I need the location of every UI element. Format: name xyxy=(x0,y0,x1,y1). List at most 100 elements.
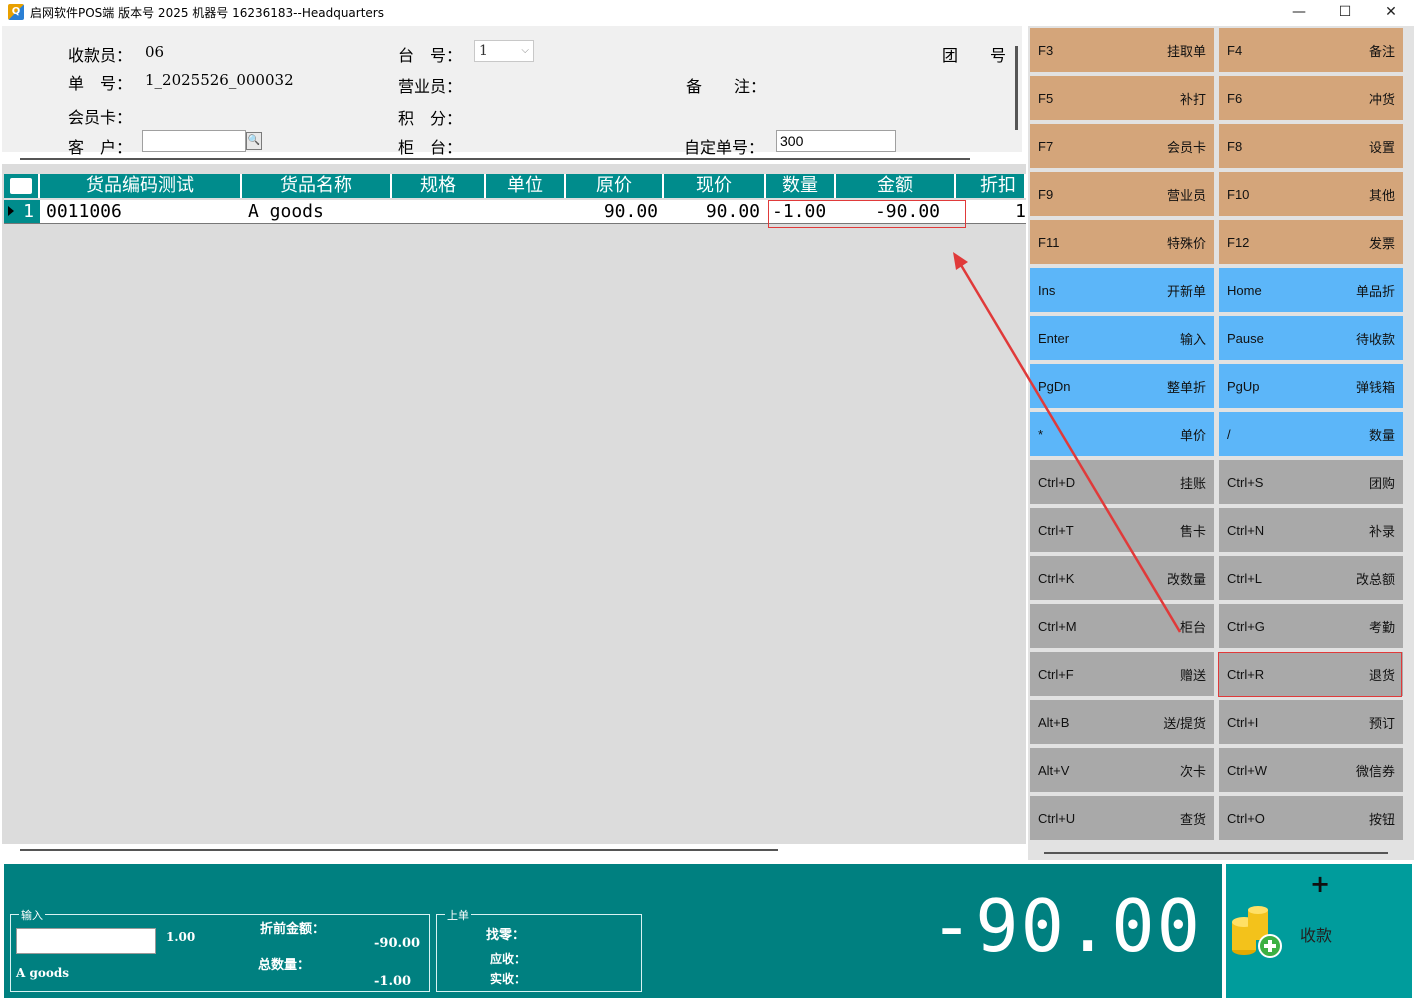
fkey-label: 待收款 xyxy=(1355,331,1395,347)
fkey-f10-button[interactable]: F10 其他 xyxy=(1219,172,1403,216)
cashier-value: 06 xyxy=(145,43,165,61)
total-qty-label: 总数量： xyxy=(258,958,311,973)
fkey-ctrl-t-button[interactable]: Ctrl+T 售卡 xyxy=(1030,508,1214,552)
fkey-home-button[interactable]: Home 单品折 xyxy=(1219,268,1403,312)
pay-button[interactable]: + 收款 xyxy=(1226,864,1412,998)
fkey-shortcut: Ctrl+U xyxy=(1038,810,1076,826)
fkey-key-button[interactable]: * 单价 xyxy=(1030,412,1214,456)
minimize-button[interactable]: — xyxy=(1276,0,1322,24)
fkey-alt-v-button[interactable]: Alt+V 次卡 xyxy=(1030,748,1214,792)
station-select[interactable]: 1 ⌵ xyxy=(474,40,534,62)
plus-icon: + xyxy=(1310,870,1331,898)
customer-input[interactable] xyxy=(142,130,246,152)
fkey-label: 营业员 xyxy=(1166,187,1206,203)
fkey-ctrl-s-button[interactable]: Ctrl+S 团购 xyxy=(1219,460,1403,504)
cell-spec[interactable] xyxy=(392,200,486,223)
column-header-amount[interactable]: 金额 xyxy=(836,174,956,198)
fkey-shortcut: Ctrl+S xyxy=(1227,474,1264,490)
cell-unit[interactable] xyxy=(486,200,566,223)
column-header-orig-price[interactable]: 原价 xyxy=(566,174,664,198)
grid-scrollbar-horizontal[interactable] xyxy=(20,849,778,851)
fkey-label: 柜台 xyxy=(1179,619,1206,635)
fkey-f9-button[interactable]: F9 营业员 xyxy=(1030,172,1214,216)
fkey-ctrl-f-button[interactable]: Ctrl+F 赠送 xyxy=(1030,652,1214,696)
fkey-ctrl-u-button[interactable]: Ctrl+U 查货 xyxy=(1030,796,1214,840)
cell-discount[interactable]: 1 xyxy=(956,200,1026,223)
fkey-shortcut: Home xyxy=(1227,282,1262,298)
fkey-enter-button[interactable]: Enter 输入 xyxy=(1030,316,1214,360)
cell-cur-price[interactable]: 90.00 xyxy=(664,200,766,223)
fkey-shortcut: PgDn xyxy=(1038,378,1071,394)
fkey-label: 发票 xyxy=(1368,235,1395,251)
fkey-shortcut: Ctrl+K xyxy=(1038,570,1075,586)
fkey-f11-button[interactable]: F11 特殊价 xyxy=(1030,220,1214,264)
column-header-spec[interactable]: 规格 xyxy=(392,174,486,198)
column-header-name[interactable]: 货品名称 xyxy=(242,174,392,198)
customer-label: 客 户： xyxy=(68,138,133,157)
fkey-label: 弹钱箱 xyxy=(1355,379,1395,395)
column-header-qty[interactable]: 数量 xyxy=(766,174,836,198)
fkey-scrollbar-horizontal[interactable] xyxy=(1044,852,1388,854)
fkey-f8-button[interactable]: F8 设置 xyxy=(1219,124,1403,168)
fkey-label: 特殊价 xyxy=(1166,235,1206,251)
fkey-f6-button[interactable]: F6 冲货 xyxy=(1219,76,1403,120)
fkey-shortcut: F8 xyxy=(1227,138,1243,154)
fkey-label: 设置 xyxy=(1368,139,1395,155)
fkey-key-button[interactable]: / 数量 xyxy=(1219,412,1403,456)
fkey-f3-button[interactable]: F3 挂取单 xyxy=(1030,28,1214,72)
barcode-input[interactable] xyxy=(16,928,156,954)
fkey-f4-button[interactable]: F4 备注 xyxy=(1219,28,1403,72)
customer-lookup-icon[interactable]: 🔍 xyxy=(246,132,262,150)
fkey-ctrl-k-button[interactable]: Ctrl+K 改数量 xyxy=(1030,556,1214,600)
fkey-ctrl-o-button[interactable]: Ctrl+O 按钮 xyxy=(1219,796,1403,840)
custom-order-label: 自定单号： xyxy=(684,138,765,157)
cell-code[interactable]: 0011006 xyxy=(40,200,242,223)
fkey-label: 备注 xyxy=(1368,43,1395,59)
fkey-ctrl-d-button[interactable]: Ctrl+D 挂账 xyxy=(1030,460,1214,504)
salesperson-label: 营业员： xyxy=(398,77,463,96)
fkey-label: 挂取单 xyxy=(1166,43,1206,59)
fkey-ctrl-w-button[interactable]: Ctrl+W 微信券 xyxy=(1219,748,1403,792)
fkey-label: 查货 xyxy=(1179,811,1206,827)
fkey-pause-button[interactable]: Pause 待收款 xyxy=(1219,316,1403,360)
fkey-shortcut: F7 xyxy=(1038,138,1054,154)
fkey-shortcut: Alt+V xyxy=(1038,762,1070,778)
fkey-label: 考勤 xyxy=(1368,619,1395,635)
fkey-pgup-button[interactable]: PgUp 弹钱箱 xyxy=(1219,364,1403,408)
fkey-f5-button[interactable]: F5 补打 xyxy=(1030,76,1214,120)
pre-discount-label: 折前金额： xyxy=(260,922,326,937)
cell-orig-price[interactable]: 90.00 xyxy=(566,200,664,223)
fkey-pgdn-button[interactable]: PgDn 整单折 xyxy=(1030,364,1214,408)
grid-corner-icon xyxy=(4,174,40,198)
fkey-ctrl-g-button[interactable]: Ctrl+G 考勤 xyxy=(1219,604,1403,648)
header-scrollbar[interactable] xyxy=(1015,46,1018,130)
fkey-shortcut: Ins xyxy=(1038,282,1056,298)
header-scrollbar-horizontal[interactable] xyxy=(20,158,970,160)
custom-order-input[interactable]: 300 xyxy=(776,130,896,152)
station-label: 台 号： xyxy=(398,46,463,65)
fkey-ctrl-n-button[interactable]: Ctrl+N 补录 xyxy=(1219,508,1403,552)
previous-order-group: 上单 xyxy=(436,907,642,992)
column-header-unit[interactable]: 单位 xyxy=(486,174,566,198)
fkey-shortcut: Ctrl+F xyxy=(1038,666,1074,682)
fkey-ctrl-i-button[interactable]: Ctrl+I 预订 xyxy=(1219,700,1403,744)
column-header-cur-price[interactable]: 现价 xyxy=(664,174,766,198)
fkey-label: 按钮 xyxy=(1368,811,1395,827)
fkey-f12-button[interactable]: F12 发票 xyxy=(1219,220,1403,264)
fkey-shortcut: Ctrl+O xyxy=(1227,810,1265,826)
input-group-label: 输入 xyxy=(19,907,45,923)
fkey-ctrl-l-button[interactable]: Ctrl+L 改总额 xyxy=(1219,556,1403,600)
close-button[interactable]: ✕ xyxy=(1368,0,1414,24)
fkey-f7-button[interactable]: F7 会员卡 xyxy=(1030,124,1214,168)
fkey-label: 数量 xyxy=(1368,427,1395,443)
cell-name[interactable]: A goods xyxy=(242,200,392,223)
maximize-button[interactable]: ☐ xyxy=(1322,0,1368,24)
column-header-discount[interactable]: 折扣 xyxy=(956,174,1026,198)
column-header-code[interactable]: 货品编码测试 xyxy=(40,174,242,198)
fkey-alt-b-button[interactable]: Alt+B 送/提货 xyxy=(1030,700,1214,744)
fkey-label: 会员卡 xyxy=(1166,139,1206,155)
fkey-ins-button[interactable]: Ins 开新单 xyxy=(1030,268,1214,312)
fkey-ctrl-m-button[interactable]: Ctrl+M 柜台 xyxy=(1030,604,1214,648)
fkey-shortcut: PgUp xyxy=(1227,378,1260,394)
fkey-label: 其他 xyxy=(1368,187,1395,203)
